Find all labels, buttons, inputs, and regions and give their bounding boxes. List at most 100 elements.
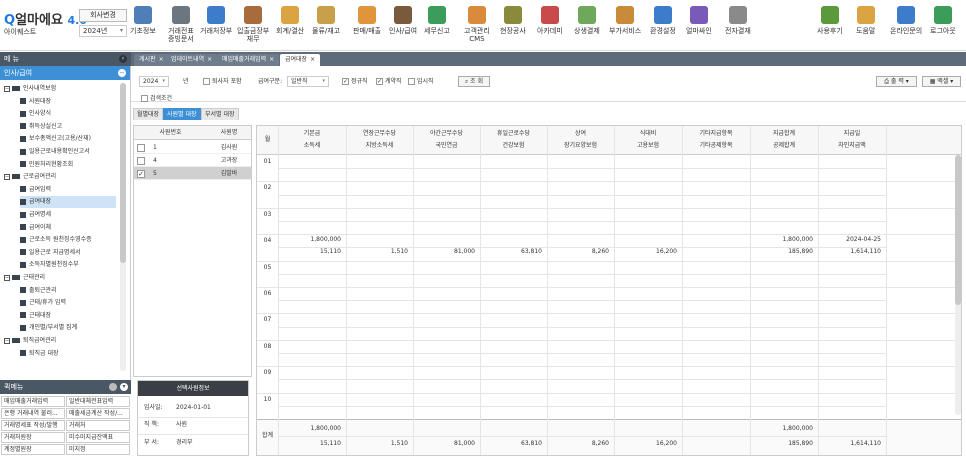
sidebar-folder[interactable]: − 근로급여관리 — [4, 171, 116, 183]
tab-payroll-ledger[interactable]: 급여대장 × — [280, 54, 321, 66]
regular-checkbox[interactable]: ✓ 정규직 — [342, 77, 368, 86]
table-row[interactable]: 4 고과장 — [134, 154, 251, 167]
subtab-monthly[interactable]: 월별대장 — [133, 108, 164, 120]
close-icon[interactable]: × — [269, 56, 274, 63]
collapse-icon[interactable]: − — [118, 69, 126, 77]
collapse-menu-icon[interactable]: ‹ — [119, 55, 127, 63]
sidebar-item[interactable]: 급여대장 — [20, 196, 116, 209]
toolbar-button-voucher[interactable]: 거래전표 증빙문서 — [168, 6, 194, 43]
column-header-month[interactable]: 월 — [257, 134, 278, 146]
column-header[interactable]: 고용보험 — [614, 140, 682, 152]
toolbar-button-hr[interactable]: 인사/급여 — [389, 6, 417, 35]
temp-checkbox[interactable]: 임시직 — [408, 77, 434, 86]
column-header[interactable]: 지급일 — [818, 128, 886, 140]
column-header[interactable]: 차인지급액 — [818, 140, 886, 152]
sidebar-folder[interactable]: − 근태관리 — [4, 272, 116, 284]
contract-checkbox[interactable]: ✓ 계약직 — [376, 77, 402, 86]
year-select[interactable]: 2024년 ▾ — [79, 25, 127, 37]
quick-menu-item[interactable]: 계정별원장 — [1, 444, 65, 455]
column-header[interactable]: 휴일근로수당 — [480, 128, 547, 140]
column-header[interactable]: 장기요양보험 — [547, 140, 614, 152]
subtab-by-department[interactable]: 부서별 대장 — [201, 108, 239, 120]
toolbar-button-inquiry[interactable]: 온라인문의 — [890, 6, 922, 35]
quick-menu-item[interactable]: 거래처 — [66, 420, 130, 431]
toolbar-button-cms[interactable]: 고객관리 CMS — [464, 6, 490, 43]
year-filter-select[interactable]: 2024 ▾ — [139, 76, 169, 87]
column-header[interactable]: 공제합계 — [750, 140, 818, 152]
sidebar-item[interactable]: 보수총액신고(고용/산재) — [20, 133, 116, 145]
collapse-icon[interactable]: − — [4, 173, 10, 180]
column-header[interactable]: 기타지급항목 — [682, 128, 750, 140]
column-header[interactable]: 연장근무수당 — [346, 128, 413, 140]
toolbar-button-payment[interactable]: 상생결제 — [574, 6, 600, 35]
sidebar-item[interactable]: 민원처리현황조회 — [20, 159, 116, 171]
toolbar-button-review[interactable]: 사용후기 — [817, 6, 843, 35]
column-header[interactable]: 국민연금 — [413, 140, 480, 152]
column-header[interactable]: 소득세 — [278, 140, 346, 152]
sidebar-folder[interactable]: − 퇴직급여관리 — [4, 335, 116, 347]
pay-type-select[interactable]: 일반직 ▾ — [287, 76, 329, 87]
close-icon[interactable]: × — [207, 56, 212, 63]
toolbar-button-construction[interactable]: 현장공사 — [500, 6, 526, 35]
search-button[interactable]: ⌕ 조 회 — [458, 76, 490, 87]
sidebar-item[interactable]: 인사양식 — [20, 108, 116, 120]
toolbar-button-cash-book[interactable]: 입출금장부 재무 — [237, 6, 269, 43]
sidebar-section-header[interactable]: 인사/급여 − — [0, 66, 130, 80]
sidebar-folder[interactable]: − 인사내역보험 — [4, 83, 116, 95]
toolbar-button-extra-service[interactable]: 부가서비스 — [609, 6, 641, 35]
column-header[interactable]: 상여 — [547, 128, 614, 140]
quick-menu-item[interactable]: 매입매출거래입력 — [1, 396, 65, 407]
subtab-by-employee[interactable]: 사원별 대장 — [163, 108, 201, 120]
table-row[interactable]: ✓ 5 김발바 — [134, 167, 251, 180]
row-checkbox[interactable] — [137, 144, 145, 152]
sidebar-item[interactable]: 급여명세 — [20, 209, 116, 221]
gear-icon[interactable] — [109, 383, 117, 391]
toolbar-button-basic-info[interactable]: 기초정보 — [130, 6, 156, 35]
collapse-icon[interactable]: − — [4, 337, 10, 344]
quick-menu-item[interactable]: 미수미지급잔액표 — [66, 432, 130, 443]
column-header[interactable]: 기본급 — [278, 128, 346, 140]
sidebar-item[interactable]: 일용근로내용확인신고서 — [20, 146, 116, 158]
sidebar-item[interactable]: 개인별/부서별 집계 — [20, 322, 116, 334]
column-header-employee-no[interactable]: 사원번호 — [134, 126, 207, 140]
sidebar-item[interactable]: 근로소득 원천징수영수증 — [20, 234, 116, 246]
column-header[interactable]: 식대비 — [614, 128, 682, 140]
toolbar-button-logout[interactable]: 로그아웃 — [930, 6, 956, 35]
close-icon[interactable]: × — [159, 56, 164, 63]
excel-button[interactable]: ▦ 엑셀 ▾ — [922, 76, 961, 87]
sidebar-item[interactable]: 소득자별원천징수부 — [20, 259, 116, 271]
close-icon[interactable]: × — [310, 56, 315, 63]
sidebar-item[interactable]: 출퇴근관리 — [20, 285, 116, 297]
column-header[interactable]: 야간근무수당 — [413, 128, 480, 140]
quick-menu-item[interactable]: 일반대체전표입력 — [66, 396, 130, 407]
sidebar-item[interactable]: 사원대장 — [20, 96, 116, 108]
column-header[interactable]: 기타공제항목 — [682, 140, 750, 152]
sidebar-scroll-thumb[interactable] — [120, 83, 126, 263]
grid-scroll-thumb[interactable] — [955, 155, 961, 305]
tab-purchase-sales[interactable]: 매입매출거래입력 × — [217, 54, 280, 66]
column-header[interactable]: 지급합계 — [750, 128, 818, 140]
sidebar-item[interactable]: 일용근로 지급명세서 — [20, 247, 116, 259]
toolbar-button-sales[interactable]: 판매/매출 — [353, 6, 381, 35]
exclude-resigned-checkbox[interactable]: 퇴사자 포함 — [203, 77, 242, 86]
table-row[interactable]: 1 김사원 — [134, 141, 251, 154]
sidebar-item[interactable]: 근태대장 — [20, 310, 116, 322]
toolbar-button-approval[interactable]: 전자결재 — [725, 6, 751, 35]
toolbar-button-tax[interactable]: 세무신고 — [424, 6, 450, 35]
tab-board[interactable]: 게시판 × — [134, 54, 169, 66]
sidebar-item[interactable]: 급여이체 — [20, 222, 116, 234]
search-condition-checkbox[interactable]: 검색조건 — [141, 94, 172, 103]
collapse-icon[interactable]: − — [4, 274, 10, 281]
column-header-employee-name[interactable]: 사원명 — [207, 126, 251, 140]
sidebar-item[interactable]: 취득상실신고 — [20, 121, 116, 133]
row-checkbox[interactable] — [137, 157, 145, 165]
change-company-button[interactable]: 회사변경 — [79, 9, 127, 22]
toolbar-button-settings[interactable]: 환경설정 — [650, 6, 676, 35]
toolbar-button-ledger[interactable]: 거래처장부 — [200, 6, 232, 35]
toolbar-button-accounting[interactable]: 회계/결산 — [276, 6, 304, 35]
quick-menu-item[interactable]: 은행 거래내역 불러... — [1, 408, 65, 419]
sidebar-item[interactable]: 퇴직금 대장 — [20, 348, 116, 360]
toolbar-button-help[interactable]: 도움말 — [856, 6, 875, 35]
quick-menu-item[interactable]: 거래처원장 — [1, 432, 65, 443]
column-header[interactable]: 지방소득세 — [346, 140, 413, 152]
